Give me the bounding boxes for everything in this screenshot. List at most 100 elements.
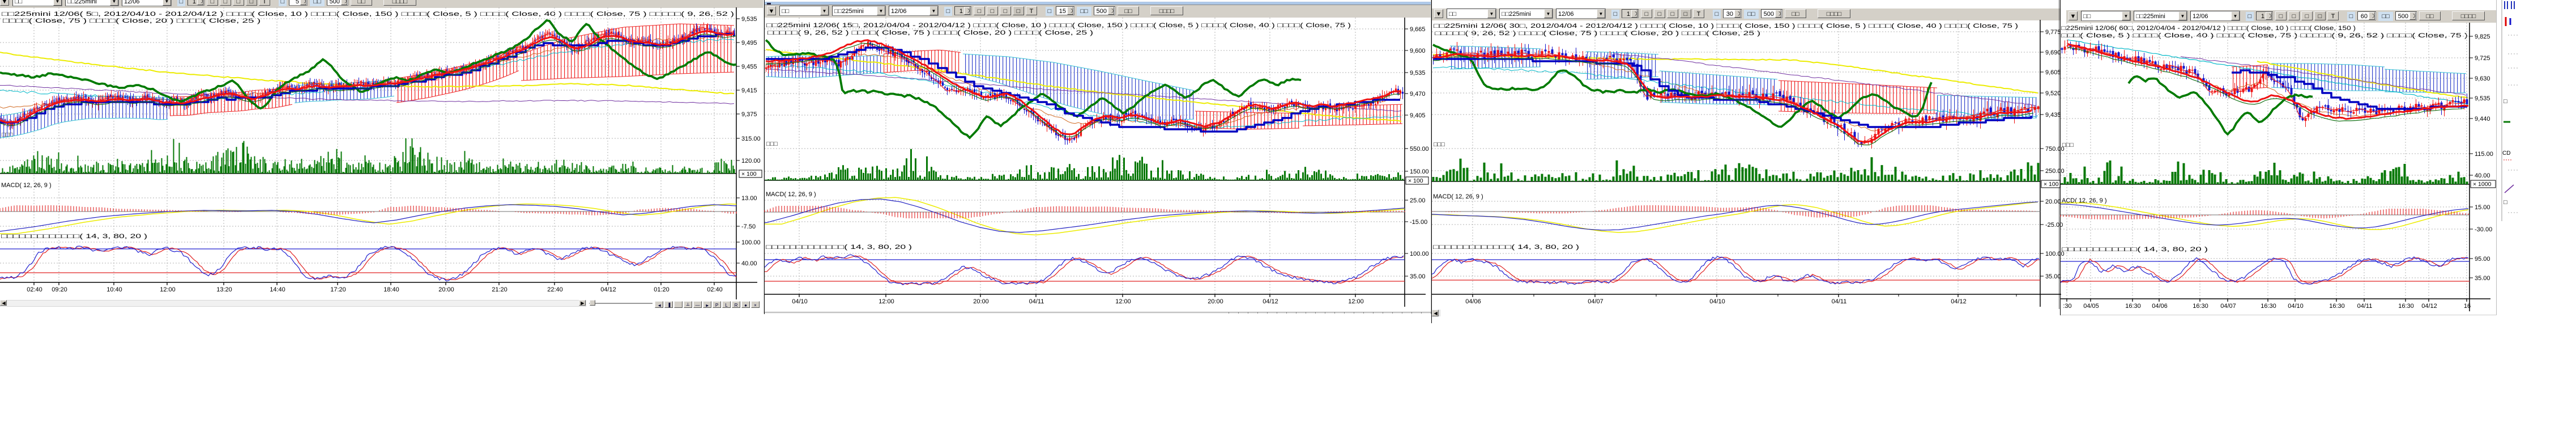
svg-text:35.00: 35.00 xyxy=(1410,273,1426,280)
svg-text:□□□( Close, 5 ) □□□□( Close: □□□( Close, 5 ) □□□□( Close, 40 ) □□□□( … xyxy=(2061,32,2468,39)
svg-text:MACD( 12, 26, 9 ): MACD( 12, 26, 9 ) xyxy=(1,182,52,189)
svg-text:9,455: 9,455 xyxy=(741,64,757,70)
svg-text:04/11: 04/11 xyxy=(1029,298,1044,305)
svg-text:-15.00: -15.00 xyxy=(1410,219,1427,226)
svg-text:CD: CD xyxy=(2502,150,2510,156)
svg-text:18:40: 18:40 xyxy=(383,286,399,293)
svg-text:04/07: 04/07 xyxy=(1588,298,1603,305)
svg-text:21:20: 21:20 xyxy=(492,286,507,293)
svg-text:04/06: 04/06 xyxy=(2152,303,2168,310)
svg-text:04/11: 04/11 xyxy=(1832,298,1847,305)
svg-text:04/12: 04/12 xyxy=(2421,303,2437,310)
svg-text:750.00: 750.00 xyxy=(2045,146,2065,153)
svg-text:22:40: 22:40 xyxy=(547,286,563,293)
svg-text:20:00: 20:00 xyxy=(438,286,454,293)
svg-text::30: :30 xyxy=(2063,303,2071,310)
svg-text:MACD( 12, 26, 9 ): MACD( 12, 26, 9 ) xyxy=(766,191,816,198)
svg-text:9,690: 9,690 xyxy=(2045,49,2061,56)
svg-text:13.00: 13.00 xyxy=(741,195,757,202)
svg-text:9,415: 9,415 xyxy=(741,87,757,94)
svg-text:16: 16 xyxy=(2464,303,2471,310)
svg-text:9,440: 9,440 xyxy=(2475,116,2490,122)
svg-text:9,375: 9,375 xyxy=(741,111,757,118)
svg-text:01:20: 01:20 xyxy=(654,286,669,293)
svg-text:09:20: 09:20 xyxy=(52,286,67,293)
svg-text:9,535: 9,535 xyxy=(2475,95,2490,102)
svg-text:25.00: 25.00 xyxy=(1410,197,1426,204)
svg-text:16:30: 16:30 xyxy=(2398,303,2414,310)
svg-text:9,630: 9,630 xyxy=(2475,75,2490,82)
svg-text:04/10: 04/10 xyxy=(1709,298,1725,305)
svg-text:16:30: 16:30 xyxy=(2329,303,2345,310)
svg-text:35.00: 35.00 xyxy=(2475,275,2490,282)
svg-text:□: □ xyxy=(2504,199,2507,206)
svg-text:04/12: 04/12 xyxy=(1951,298,1967,305)
svg-text:9,825: 9,825 xyxy=(2475,33,2490,40)
svg-text:9,435: 9,435 xyxy=(2045,112,2061,119)
svg-text:9,725: 9,725 xyxy=(2475,55,2490,62)
svg-text:9,605: 9,605 xyxy=(2045,69,2061,76)
svg-text:× 1000: × 1000 xyxy=(2473,181,2492,188)
svg-text:□□□□□( 9, 26, 52 ) □□□□( Cl: □□□□□( 9, 26, 52 ) □□□□( Close, 75 ) □□□… xyxy=(767,29,1093,36)
svg-text:17:20: 17:20 xyxy=(330,286,346,293)
svg-text:20:00: 20:00 xyxy=(973,298,989,305)
svg-text:40.00: 40.00 xyxy=(2475,172,2490,179)
svg-text:20:00: 20:00 xyxy=(1208,298,1223,305)
svg-text:16:30: 16:30 xyxy=(2125,303,2141,310)
svg-text:95.00: 95.00 xyxy=(2475,256,2490,263)
svg-text:12:00: 12:00 xyxy=(160,286,176,293)
svg-text:16:30: 16:30 xyxy=(2193,303,2208,310)
svg-text:04/10: 04/10 xyxy=(2288,303,2304,310)
svg-text:250.00: 250.00 xyxy=(2045,168,2065,175)
svg-text:MACD( 12, 26, 9 ): MACD( 12, 26, 9 ) xyxy=(1433,193,1483,200)
svg-text:9,535: 9,535 xyxy=(741,16,757,23)
svg-text:04/11: 04/11 xyxy=(2357,303,2373,310)
svg-text:12:00: 12:00 xyxy=(1348,298,1364,305)
svg-text:9,495: 9,495 xyxy=(741,40,757,46)
svg-text:□□225mini 12/06( 30□, 2012/04/: □□225mini 12/06( 30□, 2012/04/04 - 2012/… xyxy=(1434,23,2018,29)
svg-text:□□□□□( 9, 26, 52 ) □□□□( Cl: □□□□□( 9, 26, 52 ) □□□□( Close, 75 ) □□□… xyxy=(1435,30,1760,37)
svg-text:100.00: 100.00 xyxy=(1410,251,1429,257)
svg-text:550.00: 550.00 xyxy=(1410,146,1429,153)
svg-text:9,535: 9,535 xyxy=(1410,70,1426,77)
svg-text:-30.00: -30.00 xyxy=(2475,226,2492,233)
svg-text:□: □ xyxy=(2504,98,2507,105)
svg-text:04/12: 04/12 xyxy=(600,286,616,293)
svg-text:04/10: 04/10 xyxy=(792,298,808,305)
svg-text:12:00: 12:00 xyxy=(878,298,894,305)
svg-text:9,665: 9,665 xyxy=(1410,26,1426,33)
svg-text:9,470: 9,470 xyxy=(1410,91,1426,98)
svg-text:35.00: 35.00 xyxy=(2045,273,2061,280)
svg-text:□□□: □□□ xyxy=(2062,142,2074,149)
svg-text:115.00: 115.00 xyxy=(2475,151,2493,158)
svg-text:-7.50: -7.50 xyxy=(741,223,756,230)
svg-text:× 100: × 100 xyxy=(741,171,757,177)
svg-text:□□225mini 12/06( 5□, 2012/04/1: □□225mini 12/06( 5□, 2012/04/10 - 2012/0… xyxy=(2,11,734,18)
svg-text:× 100: × 100 xyxy=(2044,181,2059,188)
svg-text:□□□□□□□□□□□□( 14, 3, 80, 20 ): □□□□□□□□□□□□( 14, 3, 80, 20 ) xyxy=(2062,246,2208,253)
svg-text:04/12: 04/12 xyxy=(1263,298,1278,305)
svg-text:□□□□□□□□□□□□□( 14, 3, 80, 20 ): □□□□□□□□□□□□□( 14, 3, 80, 20 ) xyxy=(766,244,912,251)
svg-text:12:00: 12:00 xyxy=(1115,298,1131,305)
svg-text:100.00: 100.00 xyxy=(741,239,761,246)
svg-text:9,600: 9,600 xyxy=(1410,48,1426,54)
svg-text:16:30: 16:30 xyxy=(2261,303,2276,310)
svg-text:10:40: 10:40 xyxy=(106,286,122,293)
svg-text:120.00: 120.00 xyxy=(741,158,761,164)
svg-text:15.00: 15.00 xyxy=(2475,204,2490,211)
svg-text:□□□: □□□ xyxy=(1434,141,1445,148)
svg-text:□□□: □□□ xyxy=(766,141,778,147)
svg-text:□□□□□□□□□□□□□( 14, 3, 80, 20 ): □□□□□□□□□□□□□( 14, 3, 80, 20 ) xyxy=(1433,244,1579,251)
svg-text:14:40: 14:40 xyxy=(270,286,285,293)
svg-text:9,405: 9,405 xyxy=(1410,112,1426,119)
svg-text:04/06: 04/06 xyxy=(1465,298,1481,305)
svg-text:04/07: 04/07 xyxy=(2220,303,2236,310)
svg-text:□225mini 12/06( 60□, 2012/04/0: □225mini 12/06( 60□, 2012/04/04 - 2012/0… xyxy=(2061,25,2356,32)
svg-text:9,775: 9,775 xyxy=(2045,29,2061,36)
svg-text:× 100: × 100 xyxy=(1408,177,1423,184)
svg-text:02:40: 02:40 xyxy=(707,286,723,293)
svg-text:04/05: 04/05 xyxy=(2083,303,2099,310)
svg-text:150.00: 150.00 xyxy=(1410,168,1429,175)
svg-text:02:40: 02:40 xyxy=(27,286,42,293)
svg-text:9,520: 9,520 xyxy=(2045,90,2061,97)
